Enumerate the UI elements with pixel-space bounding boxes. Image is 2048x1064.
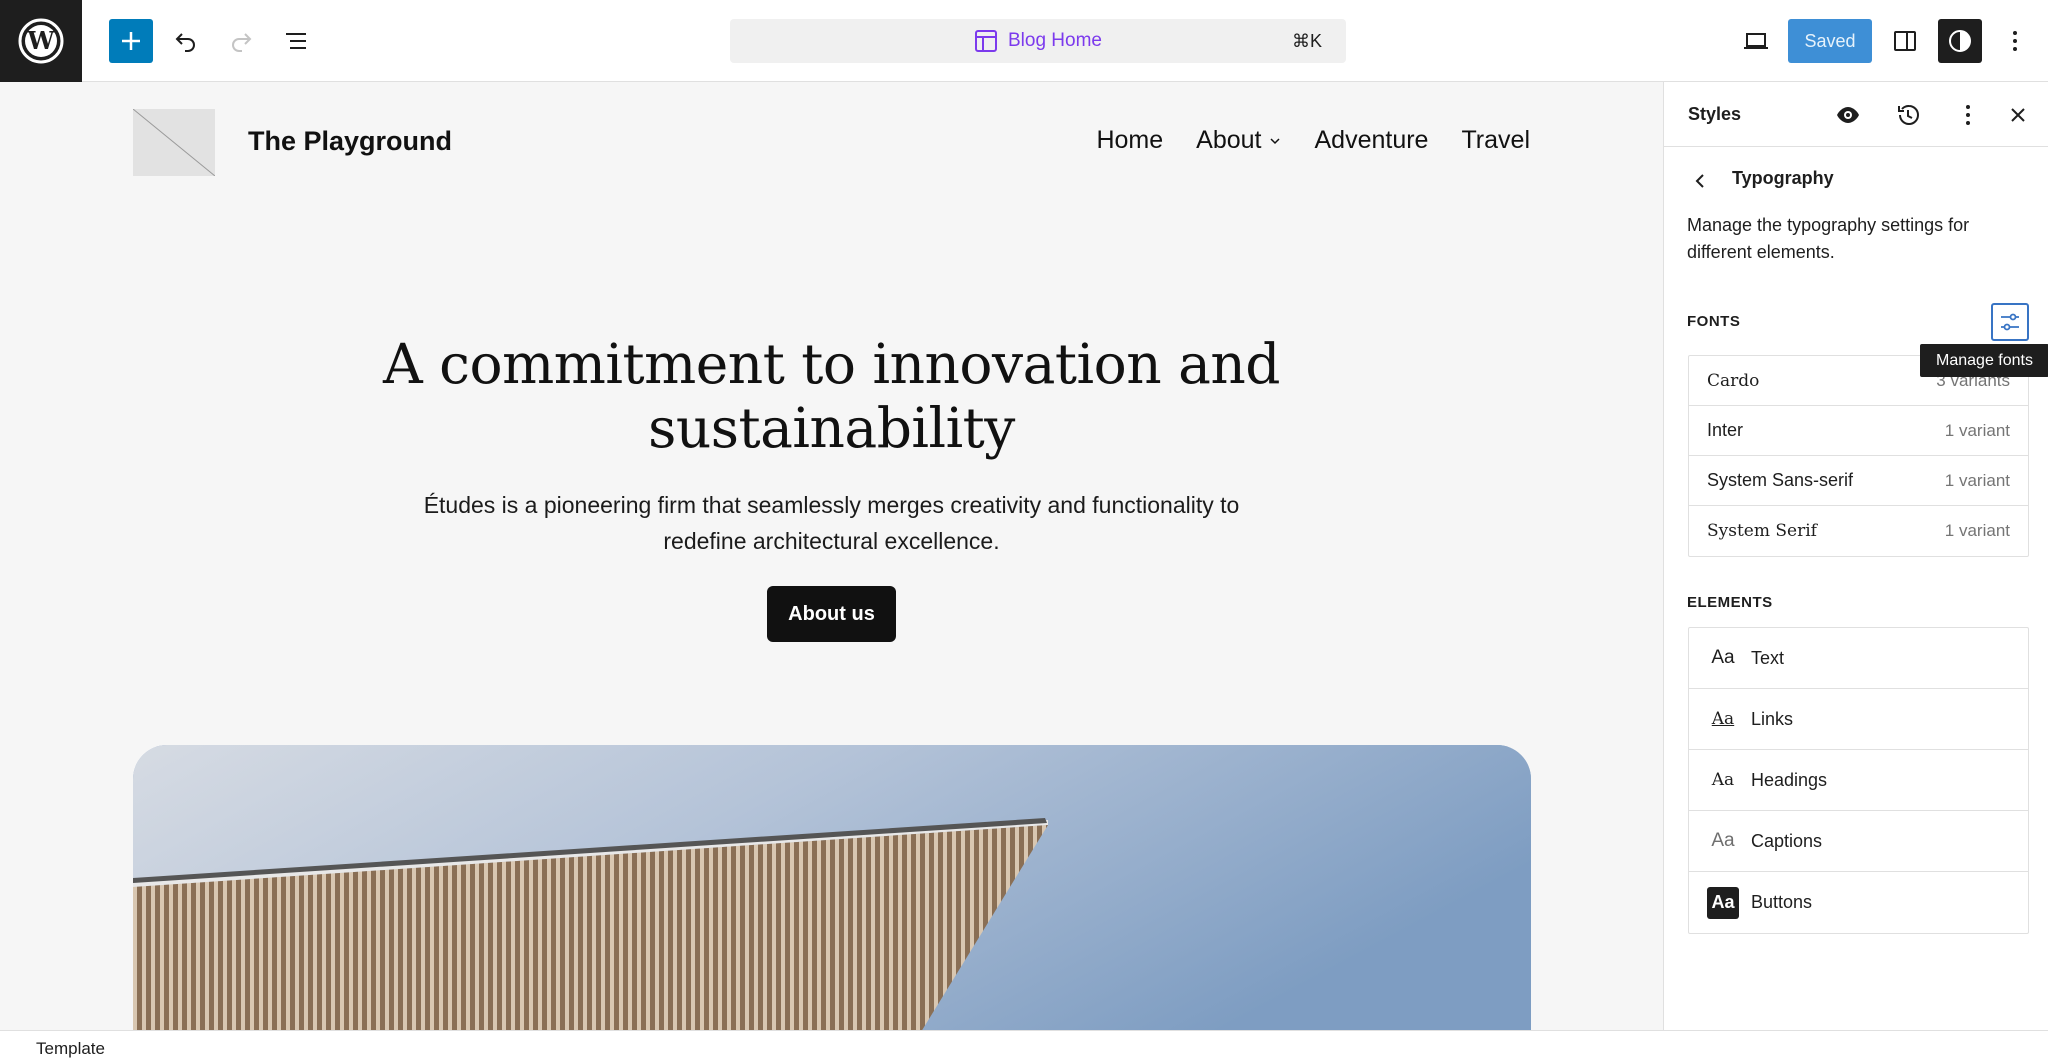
redo-button[interactable] [219, 19, 263, 63]
typography-preview-icon: Aa [1707, 886, 1739, 919]
history-icon [1898, 105, 1919, 125]
plus-icon [122, 32, 140, 50]
command-palette-bar[interactable]: Blog Home ⌘K [730, 19, 1346, 63]
undo-icon [175, 33, 195, 52]
styles-sidebar: Styles Typography Manage the typography … [1663, 82, 2048, 1030]
styles-button[interactable] [1938, 19, 1982, 63]
element-item-links[interactable]: Aa Links [1689, 689, 2028, 750]
site-navigation: Home About Adventure Travel [1096, 126, 1530, 155]
typography-preview-icon: Aa [1711, 647, 1735, 668]
element-item-captions[interactable]: Aa Captions [1689, 811, 2028, 872]
manage-fonts-tooltip: Manage fonts [1920, 344, 2048, 377]
section-title: Typography [1732, 168, 1834, 188]
element-label: Buttons [1751, 892, 1813, 912]
list-view-button[interactable] [274, 19, 318, 63]
sidebar-header: Styles [1664, 82, 2048, 147]
close-icon [2011, 108, 2025, 122]
device-preview-button[interactable] [1734, 19, 1778, 63]
command-shortcut: ⌘K [1291, 31, 1322, 51]
placeholder-icon [132, 108, 216, 177]
options-menu-button[interactable] [1993, 19, 2037, 63]
desktop-icon [1744, 33, 1768, 49]
chevron-left-icon [1695, 174, 1704, 188]
font-name: Inter [1707, 420, 1744, 440]
manage-fonts-button[interactable] [1991, 303, 2029, 341]
editor-footer: Template [0, 1030, 2048, 1064]
element-label: Text [1751, 647, 1785, 668]
sliders-icon [2001, 313, 2019, 331]
undo-button[interactable] [164, 19, 208, 63]
site-logo-placeholder[interactable] [132, 108, 216, 177]
add-block-button[interactable] [109, 19, 153, 63]
element-item-headings[interactable]: Aa Headings [1689, 750, 2028, 811]
hero-heading[interactable]: A commitment to innovation and sustainab… [300, 332, 1363, 460]
sidebar-title: Styles [1688, 104, 1742, 124]
font-item-system-serif[interactable]: System Serif 1 variant [1689, 506, 2028, 556]
wordpress-icon: W [18, 18, 64, 64]
style-book-button[interactable] [1831, 98, 1865, 132]
element-item-buttons[interactable]: Aa Buttons [1689, 872, 2028, 933]
eye-icon [1837, 107, 1859, 123]
close-sidebar-button[interactable] [2001, 98, 2035, 132]
font-variants: 1 variant [1944, 521, 2010, 540]
svg-text:W: W [27, 26, 56, 55]
nav-item-about[interactable]: About [1196, 126, 1281, 155]
redo-icon [232, 33, 252, 52]
font-name: System Sans-serif [1707, 470, 1854, 490]
fonts-heading: FONTS [1687, 313, 1741, 330]
font-name: System Serif [1707, 521, 1817, 541]
contrast-icon [1949, 30, 1971, 52]
save-button[interactable]: Saved [1788, 19, 1872, 63]
element-item-text[interactable]: Aa Text [1689, 628, 2028, 689]
element-label: Headings [1751, 769, 1828, 790]
font-variants: 1 variant [1944, 420, 2010, 440]
chevron-down-icon [1269, 137, 1280, 144]
typography-preview-icon: Aa [1711, 770, 1735, 790]
elements-heading: ELEMENTS [1687, 594, 1773, 611]
back-button[interactable] [1688, 168, 1714, 194]
settings-sidebar-button[interactable] [1883, 19, 1927, 63]
nav-item-travel[interactable]: Travel [1461, 126, 1530, 155]
elements-list: Aa Text Aa Links Aa Headings Aa Captions… [1688, 627, 2029, 934]
element-label: Captions [1751, 830, 1823, 851]
font-variants: 1 variant [1944, 470, 2010, 490]
more-vertical-icon [2013, 31, 2017, 51]
font-name: Cardo [1707, 370, 1760, 391]
nav-item-adventure[interactable]: Adventure [1315, 126, 1429, 155]
typography-preview-icon: Aa [1711, 830, 1735, 851]
breadcrumb-template[interactable]: Template [36, 1039, 105, 1059]
element-label: Links [1751, 708, 1794, 729]
architecture-photo [133, 745, 1531, 1030]
fonts-list: Cardo 3 variants Inter 1 variant System … [1688, 355, 2029, 557]
typography-preview-icon: Aa [1711, 709, 1735, 729]
about-us-button[interactable]: About us [767, 586, 896, 642]
nav-item-label: About [1196, 126, 1262, 154]
editor-canvas[interactable]: The Playground Home About Adventure Trav… [0, 82, 1663, 1030]
hero-image[interactable] [133, 745, 1531, 1030]
font-item-system-sans-serif[interactable]: System Sans-serif 1 variant [1689, 456, 2028, 506]
hero-paragraph[interactable]: Études is a pioneering firm that seamles… [400, 487, 1263, 559]
revisions-button[interactable] [1891, 98, 1925, 132]
nav-item-home[interactable]: Home [1096, 126, 1163, 155]
sidebar-icon [1894, 31, 1916, 51]
wordpress-logo-button[interactable]: W [0, 0, 82, 82]
site-title[interactable]: The Playground [248, 126, 452, 157]
more-vertical-icon [1966, 105, 1970, 125]
document-title: Blog Home [1008, 30, 1102, 51]
font-item-inter[interactable]: Inter 1 variant [1689, 406, 2028, 456]
sidebar-more-button[interactable] [1951, 98, 1985, 132]
editor-toolbar: W Blog Home ⌘K Saved [0, 0, 2048, 82]
list-view-icon [286, 33, 306, 49]
section-description: Manage the typography settings for diffe… [1687, 215, 1970, 262]
template-icon [975, 30, 997, 52]
